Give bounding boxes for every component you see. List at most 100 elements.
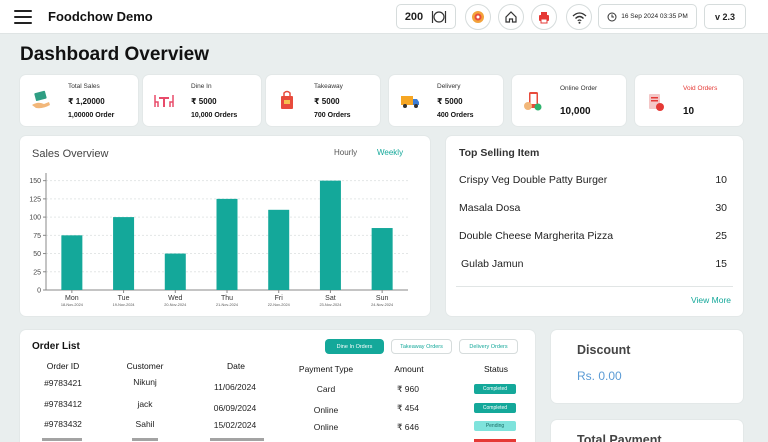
stat-card-void-orders[interactable]: Void Orders 10 [635, 75, 743, 126]
datetime-box: 16 Sep 2024 03:35 PM [598, 4, 697, 29]
menu-icon[interactable] [14, 10, 32, 24]
stat-value: 10 [683, 106, 695, 117]
table-counter-button[interactable]: 200 [396, 4, 456, 29]
stat-card-dine-in[interactable]: Dine In ₹ 5000 10,000 Orders [143, 75, 261, 126]
dining-icon [432, 10, 447, 23]
x-tick-date: 23-Nov-2024 [319, 303, 341, 307]
sales-overview-card: Sales Overview Hourly Weekly 0 25 50 75 100 1… [20, 136, 430, 316]
y-tick-label: 0 [37, 288, 41, 295]
stat-sub: 400 Orders [437, 112, 474, 119]
y-tick-label: 75 [33, 233, 41, 240]
x-tick-label: Sat [325, 295, 336, 302]
divider [456, 286, 733, 287]
column-header: Status [483, 364, 509, 374]
total-payment-card: Total Payment [551, 420, 743, 442]
stat-card-online-order[interactable]: Online Order 10,000 [512, 75, 626, 126]
stat-label: Online Order [560, 85, 598, 92]
x-tick-date: 19-Nov-2024 [113, 303, 135, 307]
order-amount: ₹ 960 [397, 384, 419, 394]
top-bar: Foodchow Demo 200 16 Sep 2024 03:35 PM v… [0, 0, 768, 34]
stat-label: Total Sales [68, 83, 100, 90]
y-tick-label: 150 [29, 178, 41, 185]
bar [61, 235, 83, 290]
discount-card: Discount Rs. 0.00 [551, 330, 743, 403]
y-tick-label: 100 [29, 215, 41, 222]
stat-value: ₹ 1,20000 [68, 97, 105, 106]
order-id: #9783421 [44, 378, 82, 388]
table-row-partial [132, 438, 158, 441]
item-name: Crispy Veg Double Patty Burger [459, 174, 608, 186]
x-tick-date: 20-Nov-2024 [164, 303, 186, 307]
list-item[interactable]: Gulab Jamun 15 [461, 258, 727, 270]
bar [164, 253, 186, 290]
page-title: Dashboard Overview [20, 44, 210, 65]
order-id: #9783432 [44, 419, 82, 429]
status-badge: Completed [474, 384, 516, 394]
order-amount: ₹ 646 [397, 422, 419, 432]
y-tick-label: 50 [33, 251, 41, 258]
order-amount: ₹ 454 [397, 403, 419, 413]
stat-value: ₹ 5000 [437, 97, 463, 106]
x-tick-label: Thu [221, 295, 233, 302]
payment-type: Online [313, 422, 339, 432]
list-item[interactable]: Crispy Veg Double Patty Burger 10 [459, 174, 727, 186]
item-qty: 15 [715, 258, 727, 270]
order-list-title: Order List [32, 341, 80, 352]
bar [268, 209, 290, 290]
x-tick-label: Sun [376, 295, 389, 302]
item-name: Gulab Jamun [461, 258, 524, 270]
filter-delivery-button[interactable]: Delivery Orders [459, 339, 518, 354]
stat-card-total-sales[interactable]: Total Sales ₹ 1,20000 1,00000 Order [20, 75, 138, 126]
customer-name: Sahil [135, 419, 155, 429]
list-item[interactable]: Double Cheese Margherita Pizza 25 [459, 230, 727, 242]
x-tick-label: Wed [168, 295, 182, 302]
view-more-link[interactable]: View More [691, 295, 731, 305]
order-id: #9783412 [44, 399, 82, 409]
item-qty: 25 [715, 230, 727, 242]
table-row-partial [42, 438, 82, 441]
stat-value: 10,000 [560, 106, 591, 117]
order-date: 11/06/2024 [214, 382, 256, 392]
spinner-icon[interactable] [465, 4, 491, 30]
clock-icon [607, 12, 617, 21]
stat-value: ₹ 5000 [191, 97, 217, 106]
status-badge: Completed [474, 403, 516, 413]
mobile-order-icon [524, 92, 542, 111]
filter-dine-in-button[interactable]: Dine In Orders [325, 339, 384, 354]
stat-card-delivery[interactable]: Delivery ₹ 5000 400 Orders [389, 75, 503, 126]
version-text: v 2.3 [714, 11, 736, 22]
bar [319, 180, 341, 290]
payment-type: Online [313, 405, 339, 415]
order-date: 15/02/2024 [213, 420, 257, 430]
home-icon[interactable] [498, 4, 524, 30]
x-tick-date: 21-Nov-2024 [216, 303, 238, 307]
total-payment-title: Total Payment [577, 433, 662, 442]
table-row-partial [210, 438, 264, 441]
top-selling-title: Top Selling Item [459, 147, 540, 159]
stat-sub: 10,000 Orders [191, 112, 238, 119]
list-item[interactable]: Masala Dosa 30 [459, 202, 727, 214]
item-name: Double Cheese Margherita Pizza [459, 230, 614, 242]
money-hand-icon [32, 90, 50, 109]
status-badge: Pending [474, 421, 516, 431]
sales-bar-chart: 0 25 50 75 100 125 150 Mon18-Nov-2024 Tue19-Nov-… [29, 173, 408, 307]
stat-label: Void Orders [683, 85, 718, 92]
discount-value: Rs. 0.00 [577, 369, 622, 383]
stat-label: Dine In [191, 83, 212, 90]
x-tick-date: 18-Nov-2024 [61, 303, 83, 307]
column-header: Amount [394, 364, 424, 374]
stat-card-takeaway[interactable]: Takeaway ₹ 5000 700 Orders [266, 75, 380, 126]
printer-icon[interactable] [531, 4, 557, 30]
wifi-icon[interactable] [566, 4, 592, 30]
bar [113, 217, 135, 290]
void-order-icon [649, 94, 664, 111]
item-name: Masala Dosa [459, 202, 521, 214]
filter-takeaway-button[interactable]: Takeaway Orders [391, 339, 452, 354]
column-header: Order ID [46, 361, 80, 371]
y-tick-label: 125 [29, 196, 41, 203]
item-qty: 10 [715, 174, 727, 186]
item-qty: 30 [715, 202, 727, 214]
version-badge: v 2.3 [704, 4, 746, 29]
column-header: Payment Type [298, 364, 354, 374]
stat-value: ₹ 5000 [314, 97, 340, 106]
